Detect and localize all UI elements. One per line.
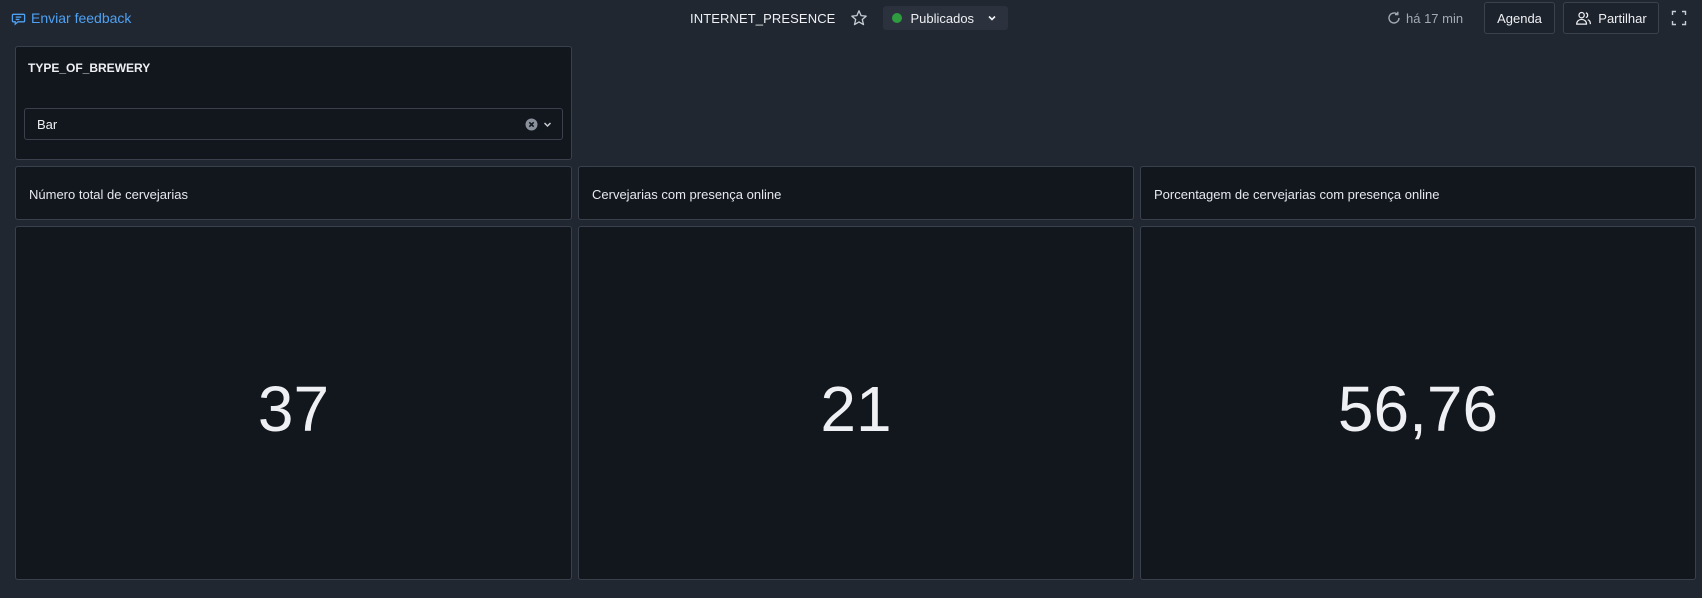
feedback-link[interactable]: Enviar feedback (11, 9, 131, 27)
filter-label: TYPE_OF_BREWERY (28, 61, 151, 75)
panel-title: Número total de cervejarias (29, 187, 188, 202)
fullscreen-icon[interactable] (1671, 10, 1687, 26)
filter-panel: TYPE_OF_BREWERY Bar (15, 46, 572, 160)
stat-value: 21 (820, 373, 892, 445)
refresh-label: há 17 min (1406, 10, 1464, 26)
stat-panel-percentage: 56,76 (1140, 226, 1696, 580)
star-icon[interactable] (850, 9, 868, 27)
feedback-label: Enviar feedback (31, 10, 132, 26)
panel-title: Cervejarias com presença online (592, 187, 782, 202)
share-button[interactable]: Partilhar (1563, 2, 1659, 34)
agenda-button[interactable]: Agenda (1484, 2, 1555, 34)
stat-value: 37 (257, 373, 330, 445)
brewery-type-select[interactable]: Bar (24, 108, 563, 140)
select-value: Bar (37, 116, 58, 132)
publish-status-dropdown[interactable]: Publicados (883, 6, 1009, 30)
status-dot (892, 13, 903, 23)
header-panel-online: Cervejarias com presença online (578, 166, 1134, 220)
dashboard-header: INTERNET_PRESENCE Publicados (690, 6, 1009, 30)
share-users-icon (1576, 11, 1592, 25)
header-panel-total: Número total de cervejarias (15, 166, 572, 220)
share-label: Partilhar (1598, 10, 1647, 26)
dashboard-title: INTERNET_PRESENCE (690, 10, 836, 26)
top-bar: Enviar feedback INTERNET_PRESENCE Public… (0, 0, 1702, 36)
header-panel-percentage: Porcentagem de cervejarias com presença … (1140, 166, 1696, 220)
chevron-down-icon (543, 122, 552, 128)
panel-title: Porcentagem de cervejarias com presença … (1154, 187, 1440, 202)
stat-panel-total: 37 (15, 226, 572, 580)
stat-panel-online: 21 (578, 226, 1134, 580)
agenda-label: Agenda (1497, 10, 1542, 26)
chevron-down-icon (988, 15, 996, 21)
stat-value: 56,76 (1337, 373, 1499, 445)
refresh-icon (1388, 11, 1400, 24)
status-label: Publicados (910, 10, 975, 26)
refresh-status[interactable]: há 17 min (1386, 8, 1463, 28)
feedback-icon (11, 13, 26, 26)
clear-icon[interactable] (525, 118, 538, 131)
